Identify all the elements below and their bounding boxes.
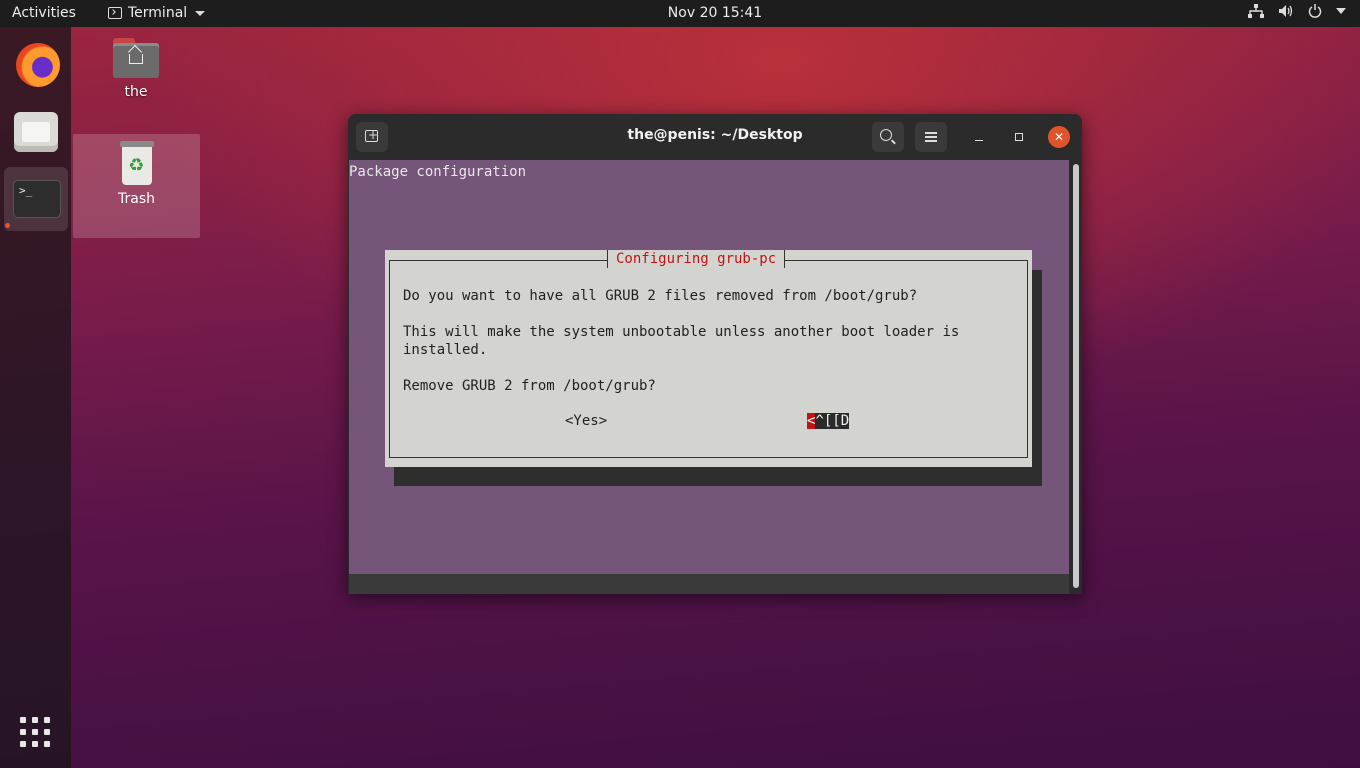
home-folder-label: the [124, 84, 148, 100]
dock: >_ [0, 27, 71, 768]
close-button[interactable]: ✕ [1048, 126, 1070, 148]
desktop-trash[interactable]: ♻ Trash [73, 134, 200, 238]
yes-button[interactable]: <Yes> [565, 413, 607, 429]
terminal-bottom-strip [349, 574, 1069, 594]
trash-label: Trash [118, 191, 155, 207]
maximize-button[interactable] [1008, 126, 1030, 148]
dock-item-terminal[interactable]: >_ [4, 167, 68, 231]
dialog-prompt: Remove GRUB 2 from /boot/grub? [403, 378, 656, 394]
terminal-content[interactable]: Package configuration Configuring grub-p… [349, 160, 1069, 574]
files-icon [14, 112, 58, 152]
minimize-button[interactable] [968, 126, 990, 148]
show-applications-icon[interactable] [20, 717, 52, 749]
menu-button[interactable] [915, 122, 947, 152]
terminal-scrollbar[interactable] [1071, 160, 1081, 592]
dialog-warning-line-1: This will make the system unbootable unl… [403, 324, 960, 340]
power-icon[interactable] [1308, 4, 1322, 18]
no-button[interactable]: <^[[D [807, 413, 850, 429]
firefox-icon [16, 43, 60, 87]
dialog-question: Do you want to have all GRUB 2 files rem… [403, 288, 918, 304]
network-icon[interactable] [1248, 4, 1264, 18]
trash-icon: ♻ [119, 141, 154, 185]
dialog-title: Configuring grub-pc [607, 250, 786, 268]
terminal-window[interactable]: the@penis: ~/Desktop ✕ Package configura… [348, 114, 1082, 594]
window-titlebar[interactable]: the@penis: ~/Desktop ✕ [348, 114, 1082, 160]
search-button[interactable] [872, 122, 904, 152]
grub-dialog: Configuring grub-pc Do you want to have … [385, 250, 1032, 467]
terminal-icon: >_ [13, 180, 61, 218]
top-bar: Activities Terminal Nov 20 15:41 [0, 0, 1360, 27]
dock-item-firefox[interactable] [4, 33, 68, 97]
no-button-label: ^[[D [815, 413, 850, 429]
system-tray[interactable] [1248, 4, 1346, 18]
volume-icon[interactable] [1278, 4, 1294, 18]
scrollbar-thumb[interactable] [1073, 164, 1079, 588]
package-configuration-header: Package configuration [349, 164, 527, 180]
dock-item-files[interactable] [4, 99, 68, 163]
running-indicator [5, 223, 10, 228]
clock[interactable]: Nov 20 15:41 [0, 5, 1360, 21]
home-folder-icon [113, 38, 159, 78]
chevron-down-icon[interactable] [1336, 7, 1346, 15]
desktop-home-folder[interactable]: the [73, 28, 199, 100]
dialog-warning-line-2: installed. [403, 342, 488, 358]
